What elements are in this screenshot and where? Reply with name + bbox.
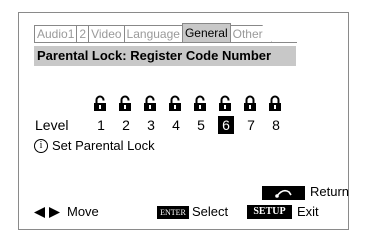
- unlocked-icon: [118, 95, 132, 111]
- unlocked-icon: [193, 95, 207, 111]
- setup-key[interactable]: SETUP: [247, 205, 292, 219]
- footer-help-bar: Move ENTER Select SETUP Exit: [19, 203, 348, 221]
- level-option-4[interactable]: 4: [168, 116, 184, 134]
- return-key[interactable]: [262, 186, 305, 200]
- level-option-8[interactable]: 8: [268, 116, 284, 134]
- tab-language[interactable]: Language: [123, 25, 183, 42]
- unlocked-icon: [143, 95, 157, 111]
- unlocked-icon: [218, 95, 232, 111]
- return-icon: [275, 189, 292, 198]
- info-text: Set Parental Lock: [52, 138, 155, 153]
- level-option-6[interactable]: 6: [218, 116, 234, 134]
- unlocked-icon: [168, 95, 182, 111]
- level-label: Level: [35, 117, 69, 133]
- level-option-2[interactable]: 2: [118, 116, 134, 134]
- move-label: Move: [67, 204, 99, 219]
- enter-key[interactable]: ENTER: [157, 206, 189, 219]
- page-title: Parental Lock: Register Code Number: [34, 46, 296, 66]
- exit-label: Exit: [297, 204, 319, 219]
- locked-icon: [268, 95, 282, 111]
- tab-general[interactable]: General: [181, 23, 231, 42]
- select-label: Select: [192, 204, 229, 219]
- tab-bar: Audio1 2 Video Language General Other: [34, 23, 272, 42]
- unlocked-icon: [93, 95, 107, 111]
- return-label: Return: [310, 184, 350, 199]
- level-option-3[interactable]: 3: [143, 116, 159, 134]
- locked-icon: [243, 95, 257, 111]
- tab-video[interactable]: Video: [88, 25, 125, 42]
- tab-other[interactable]: Other: [229, 25, 272, 42]
- level-option-7[interactable]: 7: [243, 116, 259, 134]
- setup-menu-screen: Audio1 2 Video Language General Other Pa…: [18, 12, 349, 230]
- level-option-1[interactable]: 1: [93, 116, 109, 134]
- left-right-arrows-icon: [34, 207, 60, 218]
- lock-row: [93, 95, 313, 111]
- level-option-5[interactable]: 5: [193, 116, 209, 134]
- info-message: i Set Parental Lock: [34, 138, 155, 154]
- tab-divider: [34, 42, 297, 43]
- tab-audio1[interactable]: Audio1: [34, 25, 78, 42]
- info-icon: i: [34, 139, 48, 153]
